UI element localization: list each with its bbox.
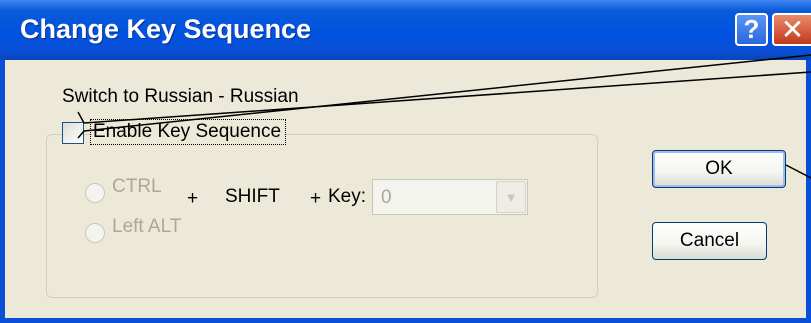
annotation-callout-lines	[77, 54, 811, 179]
